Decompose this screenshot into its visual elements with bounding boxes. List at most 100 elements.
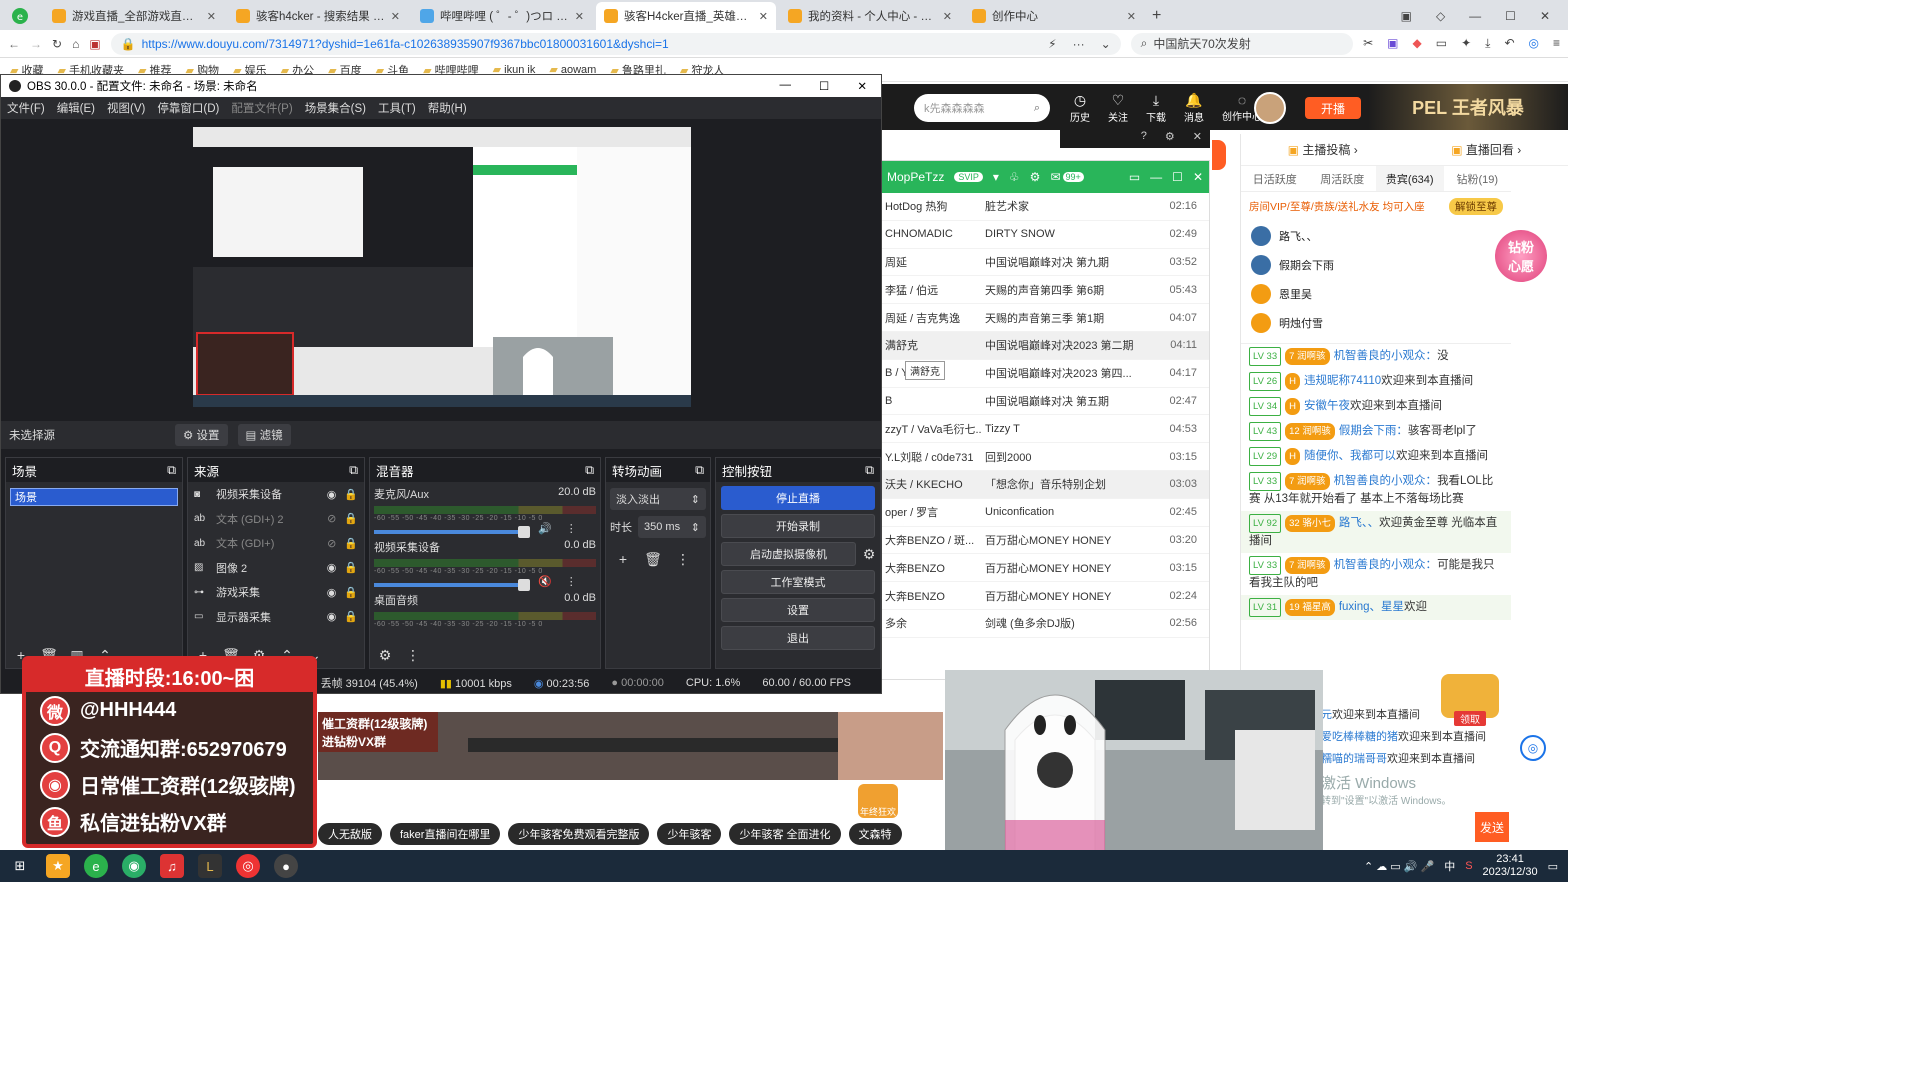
go-live-button[interactable]: 开播 bbox=[1305, 97, 1361, 119]
lock-icon[interactable]: 🔒 bbox=[344, 586, 358, 599]
scene-item[interactable]: 场景 bbox=[10, 488, 178, 506]
music-row[interactable]: 大奔BENZO / 斑... 百万甜心MONEY HONEY 03:20 bbox=[881, 527, 1209, 555]
music-row[interactable]: 满舒克 中国说唱巅峰对决2023 第二期 04:11 bbox=[881, 331, 1209, 360]
undock-icon[interactable]: ⧉ bbox=[167, 463, 176, 478]
ranked-user[interactable]: 路飞、、 bbox=[1241, 221, 1501, 250]
home-icon[interactable]: ⌂ bbox=[72, 37, 79, 51]
stop-streaming-button[interactable]: 停止直播 bbox=[721, 486, 875, 510]
topic-tag[interactable]: 少年骇客 bbox=[657, 823, 722, 845]
address-bar[interactable]: 🔒 https://www.douyu.com/7314971?dyshid=1… bbox=[110, 32, 1121, 55]
channel-menu-icon[interactable]: ⋮ bbox=[566, 522, 577, 535]
chat-username[interactable]: 机智善良的小观众： bbox=[1334, 475, 1438, 487]
nav-bell[interactable]: 🔔 消息 bbox=[1184, 92, 1204, 124]
virtual-camera-settings-icon[interactable]: ⚙ bbox=[858, 543, 880, 565]
tab-close-icon[interactable]: ✕ bbox=[1127, 10, 1136, 23]
avatar[interactable] bbox=[1254, 92, 1286, 124]
year-end-gift-icon[interactable]: 年终狂欢 bbox=[858, 784, 898, 818]
menu-icon[interactable]: ≡ bbox=[1553, 36, 1560, 51]
translate-icon[interactable]: ▣ bbox=[1387, 36, 1398, 51]
tab-close-icon[interactable]: ✕ bbox=[391, 10, 400, 23]
start-virtual-camera-button[interactable]: 启动虚拟摄像机 bbox=[721, 542, 856, 566]
browser-search-box[interactable]: ⌕ 中国航天70次发射 bbox=[1130, 32, 1354, 55]
speaker-muted-icon[interactable]: 🔇 bbox=[538, 575, 552, 588]
back-icon[interactable]: ← bbox=[8, 37, 20, 51]
extension-icon[interactable]: ▣ bbox=[89, 37, 100, 51]
pel-banner[interactable]: PEL 王者风暴 bbox=[1368, 84, 1568, 130]
windows-start-icon[interactable]: ⊞ bbox=[8, 854, 32, 878]
wechat-icon[interactable]: ◉ bbox=[122, 854, 146, 878]
minimize-icon[interactable]: — bbox=[1150, 170, 1162, 184]
tab-6[interactable]: 创作中心 ✕ bbox=[964, 2, 1144, 30]
maximize-button[interactable]: ☐ bbox=[1505, 9, 1516, 23]
tab-close-icon[interactable]: ✕ bbox=[207, 10, 216, 23]
music-row[interactable]: B 中国说唱巅峰对决 第五期 02:47 bbox=[881, 388, 1209, 416]
tab-close-icon[interactable]: ✕ bbox=[943, 10, 952, 23]
notification-icon[interactable]: ▭ bbox=[1548, 860, 1558, 873]
obs-icon[interactable]: ● bbox=[274, 854, 298, 878]
game-icon[interactable]: L bbox=[198, 854, 222, 878]
lock-icon[interactable]: 🔒 bbox=[344, 512, 358, 525]
settings-icon[interactable]: ⚙ bbox=[1165, 130, 1175, 148]
menu-item[interactable]: 工具(T) bbox=[378, 100, 416, 116]
studio-mode-button[interactable]: 工作室模式 bbox=[721, 570, 875, 594]
scissors-icon[interactable]: ✂ bbox=[1363, 36, 1373, 51]
music-row[interactable]: Y.L刘聪 / c0de731 回到2000 03:15 bbox=[881, 443, 1209, 471]
music-row[interactable]: 大奔BENZO 百万甜心MONEY HONEY 03:15 bbox=[881, 554, 1209, 583]
undock-icon[interactable]: ⧉ bbox=[349, 463, 358, 478]
menu-item[interactable]: 停靠窗口(D) bbox=[157, 100, 219, 116]
menu-item[interactable]: 文件(F) bbox=[7, 100, 45, 116]
undock-icon[interactable]: ⧉ bbox=[585, 463, 594, 478]
chat-username[interactable]: 随便你、我都可以 bbox=[1304, 450, 1396, 462]
tab-close-icon[interactable]: ✕ bbox=[759, 10, 768, 23]
source-item[interactable]: ▭ 显示器采集 ◉ 🔒 bbox=[188, 605, 364, 630]
browser-icon[interactable]: e bbox=[84, 854, 108, 878]
nav-download[interactable]: ⤓ 下载 bbox=[1146, 92, 1166, 124]
tab-close-icon[interactable]: ✕ bbox=[575, 10, 584, 23]
ranked-user[interactable]: 假期会下雨 bbox=[1241, 250, 1501, 279]
shirt-icon[interactable]: ♧ bbox=[1009, 170, 1020, 184]
music-row[interactable]: 李猛 / 伯远 天赐的声音第四季 第6期 05:43 bbox=[881, 276, 1209, 305]
mail-icon[interactable]: ✉ bbox=[1050, 170, 1060, 184]
live-replay-link[interactable]: ▣ 直播回看 › bbox=[1451, 141, 1521, 158]
tab-count-icon[interactable]: ▣ bbox=[1401, 9, 1412, 23]
eye-icon[interactable]: ◉ bbox=[327, 586, 337, 599]
topic-tag[interactable]: 少年骇客免费观看完整版 bbox=[508, 823, 650, 845]
topic-tag[interactable]: faker直播间在哪里 bbox=[390, 823, 501, 845]
eye-hidden-icon[interactable]: ⊘ bbox=[327, 537, 336, 550]
rank-tab[interactable]: 周活跃度 bbox=[1309, 166, 1377, 191]
remove-transition-button[interactable]: 🗑 bbox=[642, 548, 664, 570]
side-tab[interactable] bbox=[1212, 140, 1226, 170]
source-item[interactable]: ▨ 图像 2 ◉ 🔒 bbox=[188, 556, 364, 581]
volume-slider[interactable] bbox=[374, 578, 530, 591]
download-icon[interactable]: ⤓ bbox=[1485, 36, 1490, 51]
rank-tab[interactable]: 钻粉(19) bbox=[1444, 166, 1512, 191]
speaker-icon[interactable]: 🔊 bbox=[538, 522, 552, 535]
settings-button[interactable]: 设置 bbox=[721, 598, 875, 622]
chat-username[interactable]: 安徽午夜 bbox=[1304, 400, 1350, 412]
close-icon[interactable]: ✕ bbox=[1193, 170, 1203, 184]
fan-wish-icon[interactable]: 钻粉 心愿 bbox=[1495, 230, 1547, 282]
topic-tag[interactable]: 人无敌版 bbox=[318, 823, 382, 845]
tab-4[interactable]: 骇客H4cker直播_英雄联盟直播 ✕ bbox=[596, 2, 776, 30]
duration-input[interactable]: 350 ms ⇕ bbox=[638, 516, 706, 538]
tab-2[interactable]: 骇客h4cker - 搜索结果 - 斗鱼 ✕ bbox=[228, 2, 408, 30]
exit-button[interactable]: 退出 bbox=[721, 626, 875, 650]
menu-item[interactable]: 帮助(H) bbox=[428, 100, 467, 116]
eye-icon[interactable]: ◉ bbox=[327, 610, 337, 623]
music-icon[interactable]: ♫ bbox=[160, 854, 184, 878]
settings-icon[interactable]: ⚙ bbox=[1030, 170, 1041, 184]
host-vote-link[interactable]: ▣ 主播投稿 › bbox=[1288, 141, 1358, 158]
lock-icon[interactable]: 🔒 bbox=[344, 537, 358, 550]
music-row[interactable]: oper / 罗言 Uniconfication 02:45 bbox=[881, 499, 1209, 527]
transition-menu-button[interactable]: ⋮ bbox=[672, 548, 694, 570]
ranked-user[interactable]: 恩里吴 bbox=[1241, 279, 1501, 308]
close-icon[interactable]: ✕ bbox=[1193, 130, 1202, 148]
eye-hidden-icon[interactable]: ⊘ bbox=[327, 512, 336, 525]
topic-tag[interactable]: 文森特 bbox=[848, 823, 902, 845]
tab-5[interactable]: 我的资料 - 个人中心 - 斗鱼 ✕ bbox=[780, 2, 960, 30]
music-row[interactable]: 沃夫 / KKECHO 「想念你」音乐特别企划 03:03 bbox=[881, 470, 1209, 499]
filters-button[interactable]: ▤ 滤镜 bbox=[237, 424, 291, 446]
mixer-menu-button[interactable]: ⋮ bbox=[402, 644, 424, 666]
minimize-button[interactable]: — bbox=[1469, 9, 1481, 23]
float-sync-icon[interactable]: ◎ bbox=[1520, 735, 1546, 761]
